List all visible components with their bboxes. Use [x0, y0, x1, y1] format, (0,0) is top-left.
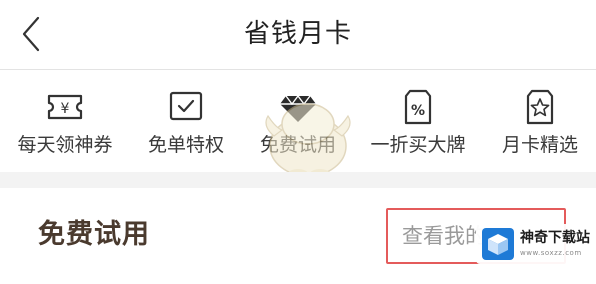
tab-label: 免单特权	[147, 134, 224, 156]
check-box-icon	[169, 91, 203, 121]
section-divider	[0, 172, 596, 188]
tab-big-brand-discount[interactable]: % 一折买大牌	[358, 70, 478, 172]
tab-label: 一折买大牌	[370, 134, 466, 156]
tab-free-trial[interactable]: 免费试用	[238, 70, 358, 172]
svg-text:¥: ¥	[61, 101, 70, 117]
view-mine-label: 查看我的	[402, 224, 486, 248]
nav-bar: 省钱月卡	[0, 0, 596, 70]
watermark-title: 神奇下载站	[520, 230, 590, 246]
coupon-yen-icon: ¥	[47, 94, 83, 120]
watermark-url: www.soxzz.com	[520, 249, 582, 257]
tab-free-order[interactable]: 免单特权	[126, 70, 246, 172]
percent-tag-icon: %	[404, 89, 432, 125]
svg-text:%: %	[411, 103, 425, 119]
tab-label: 月卡精选	[501, 134, 578, 156]
page-title: 省钱月卡	[243, 19, 352, 49]
star-tag-icon	[526, 89, 554, 125]
feature-tabs: ¥ 每天领神券 免单特权 免费试用 % 一折买大牌 月卡精选	[0, 70, 596, 172]
tab-label: 每天领神券	[17, 134, 113, 156]
tab-daily-coupon[interactable]: ¥ 每天领神券	[5, 70, 125, 172]
tab-monthly-picks[interactable]: 月卡精选	[480, 70, 596, 172]
diamond-gem-icon	[280, 94, 316, 122]
cube-logo-icon	[482, 228, 514, 260]
section-title: 免费试用	[38, 219, 150, 250]
tab-label: 免费试用	[259, 134, 336, 156]
site-watermark-badge: 神奇下载站 www.soxzz.com	[476, 224, 590, 264]
